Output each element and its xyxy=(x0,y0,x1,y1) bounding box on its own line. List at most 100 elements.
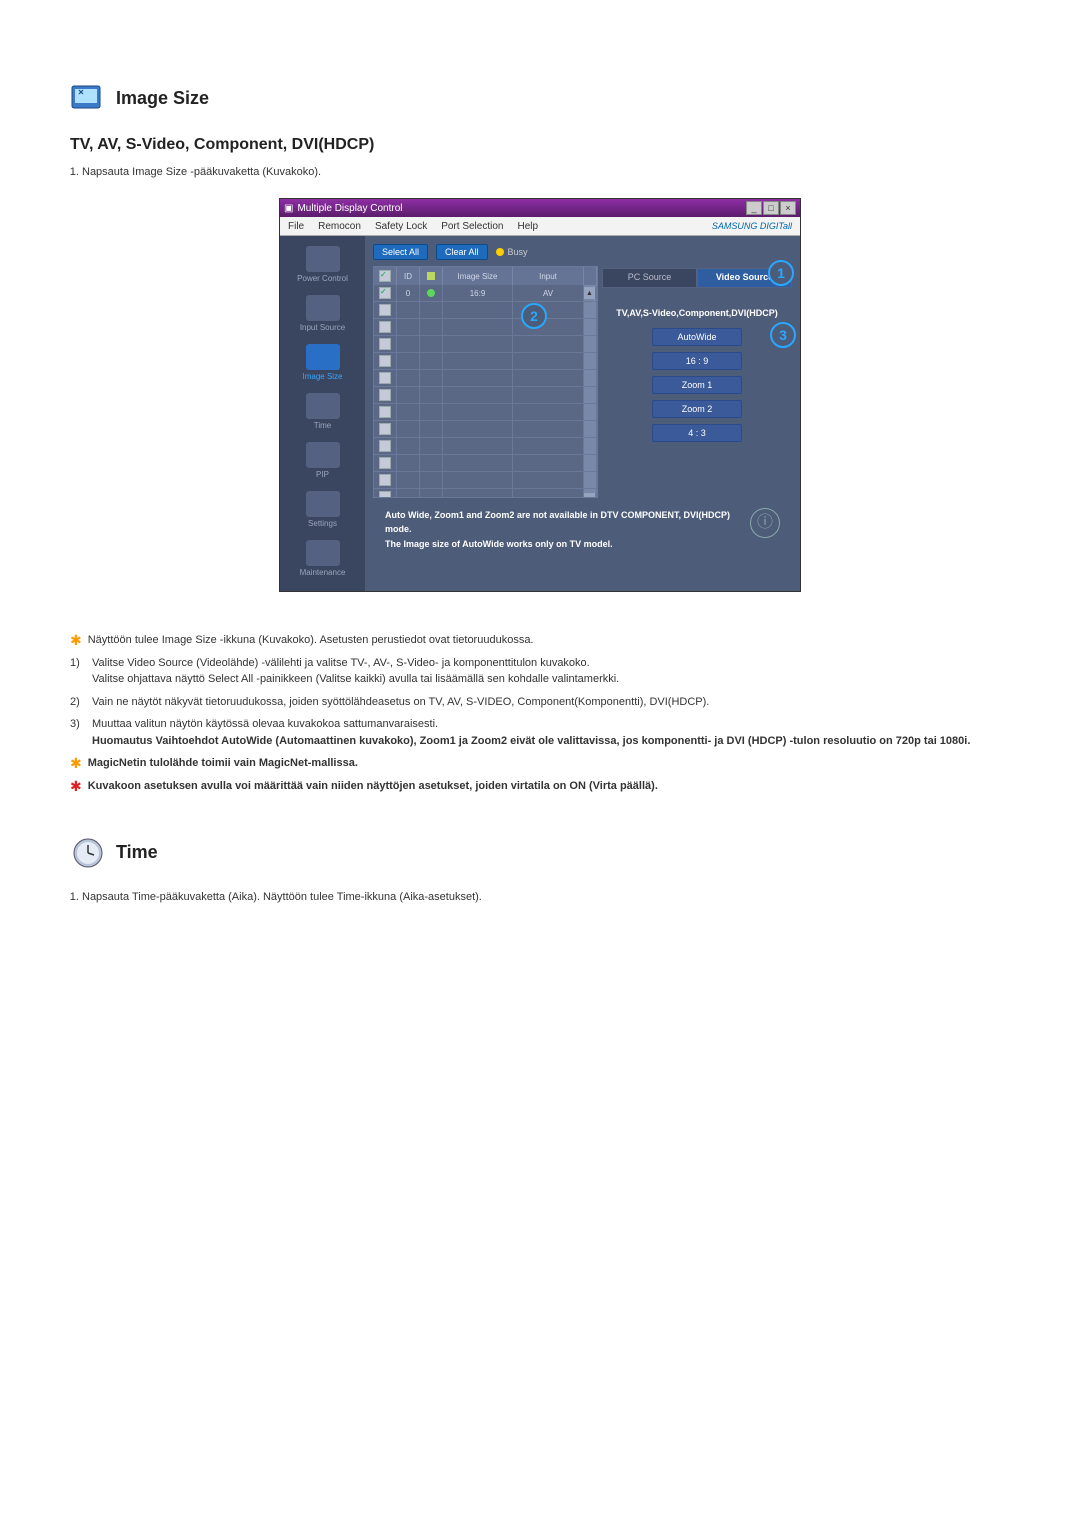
row-id: 0 xyxy=(397,285,420,301)
grid-row-empty xyxy=(374,353,597,370)
minimize-button[interactable]: _ xyxy=(746,201,762,215)
menu-help[interactable]: Help xyxy=(517,221,538,232)
steps-list-time: Napsauta Time-pääkuvaketta (Aika). Näytt… xyxy=(82,891,1010,903)
grid-header: ID Image Size Input xyxy=(374,267,597,285)
grid-row-empty xyxy=(374,438,597,455)
row-checkbox[interactable] xyxy=(379,474,391,486)
row-checkbox[interactable] xyxy=(379,440,391,452)
menu-remocon[interactable]: Remocon xyxy=(318,221,361,232)
window-buttons: _ □ × xyxy=(746,201,796,215)
option-16-9[interactable]: 16 : 9 xyxy=(652,352,742,370)
busy-label: Busy xyxy=(508,247,528,257)
window-titlebar: ▣ Multiple Display Control _ □ × xyxy=(280,199,800,217)
scroll-down[interactable]: ▼ xyxy=(584,489,597,498)
note-1a: Valitse Video Source (Videolähde) -välil… xyxy=(92,657,590,669)
option-zoom1[interactable]: Zoom 1 xyxy=(652,376,742,394)
col-scroll xyxy=(584,267,597,285)
sidebar-label-maint: Maintenance xyxy=(300,568,346,577)
row-checkbox[interactable] xyxy=(379,423,391,435)
menu-file[interactable]: File xyxy=(288,221,304,232)
status-header-icon xyxy=(427,272,435,280)
step-1: Napsauta Time-pääkuvaketta (Aika). Näytt… xyxy=(82,891,1010,903)
tab-pc-source[interactable]: PC Source xyxy=(602,268,697,288)
sidebar-item-image-size[interactable]: Image Size xyxy=(288,344,358,381)
option-4-3[interactable]: 4 : 3 xyxy=(652,424,742,442)
footer-line-2: The Image size of AutoWide works only on… xyxy=(385,537,742,551)
grid-row-empty xyxy=(374,336,597,353)
data-grid: ID Image Size Input 0 16:9 AV xyxy=(373,266,598,498)
grid-row-empty: ▼ xyxy=(374,489,597,498)
select-all-button[interactable]: Select All xyxy=(373,244,428,260)
step-1: Napsauta Image Size -pääkuvaketta (Kuvak… xyxy=(82,166,1010,178)
sidebar-label-pip: PIP xyxy=(316,470,329,479)
grid-row-empty xyxy=(374,404,597,421)
row-checkbox[interactable] xyxy=(379,321,391,333)
main-area: Select All Clear All Busy ID Ima xyxy=(365,236,800,591)
row-checkbox[interactable] xyxy=(379,304,391,316)
note-magicnet: ✱ MagicNetin tulolähde toimii vain Magic… xyxy=(70,755,1010,772)
grid-row-0[interactable]: 0 16:9 AV ▲ xyxy=(374,285,597,302)
row-image-size: 16:9 xyxy=(443,285,513,301)
sidebar-item-time[interactable]: Time xyxy=(288,393,358,430)
info-icon: ⓘ xyxy=(750,508,780,538)
menu-safety-lock[interactable]: Safety Lock xyxy=(375,221,427,232)
screenshot-container: ▣ Multiple Display Control _ □ × File Re… xyxy=(70,198,1010,592)
steps-list: Napsauta Image Size -pääkuvaketta (Kuvak… xyxy=(82,166,1010,178)
sidebar-item-power[interactable]: Power Control xyxy=(288,246,358,283)
row-status-dot xyxy=(427,289,435,297)
section-title: Time xyxy=(116,842,158,863)
sidebar-label-input: Input Source xyxy=(300,323,345,332)
grid-row-empty xyxy=(374,387,597,404)
note-text: Valitse Video Source (Videolähde) -välil… xyxy=(92,655,619,688)
col-id: ID xyxy=(397,267,420,285)
busy-dot-icon xyxy=(496,248,504,256)
note-3b: Huomautus Vaihtoehdot AutoWide (Automaat… xyxy=(92,735,970,747)
col-checkbox[interactable] xyxy=(374,267,397,285)
menu-port-selection[interactable]: Port Selection xyxy=(441,221,503,232)
option-zoom2[interactable]: Zoom 2 xyxy=(652,400,742,418)
row-checkbox[interactable] xyxy=(379,372,391,384)
sidebar-item-maintenance[interactable]: Maintenance xyxy=(288,540,358,577)
grid-row-empty xyxy=(374,302,597,319)
star-icon: ✱ xyxy=(70,755,82,772)
brand-label: SAMSUNG DIGITall xyxy=(712,221,792,231)
row-checkbox[interactable] xyxy=(379,355,391,367)
app-window: ▣ Multiple Display Control _ □ × File Re… xyxy=(279,198,801,592)
image-size-icon xyxy=(70,80,106,116)
maximize-button[interactable]: □ xyxy=(763,201,779,215)
scroll-up[interactable]: ▲ xyxy=(584,285,597,301)
note-number: 3) xyxy=(70,716,86,733)
col-image-size: Image Size xyxy=(443,267,513,285)
star-icon-red: ✱ xyxy=(70,778,82,795)
row-checkbox[interactable] xyxy=(379,389,391,401)
panel-body: TV,AV,S-Video,Component,DVI(HDCP) AutoWi… xyxy=(602,288,792,458)
option-autowide[interactable]: AutoWide xyxy=(652,328,742,346)
close-button[interactable]: × xyxy=(780,201,796,215)
row-checkbox[interactable] xyxy=(379,491,391,498)
sidebar-label-settings: Settings xyxy=(308,519,337,528)
note-text: Näyttöön tulee Image Size -ikkuna (Kuvak… xyxy=(88,632,534,649)
row-checkbox[interactable] xyxy=(379,457,391,469)
note-3a: Muuttaa valitun näytön käytössä olevaa k… xyxy=(92,718,438,730)
app-body: Power Control Input Source Image Size Ti… xyxy=(280,236,800,591)
note-2: 2) Vain ne näytöt näkyvät tietoruudukoss… xyxy=(70,694,1010,711)
footer-line-1: Auto Wide, Zoom1 and Zoom2 are not avail… xyxy=(385,508,742,537)
note-number: 2) xyxy=(70,694,86,711)
clear-all-button[interactable]: Clear All xyxy=(436,244,488,260)
sidebar-item-pip[interactable]: PIP xyxy=(288,442,358,479)
header-checkbox[interactable] xyxy=(379,270,391,282)
callout-badge-2: 2 xyxy=(521,303,547,329)
note-intro: ✱ Näyttöön tulee Image Size -ikkuna (Kuv… xyxy=(70,632,1010,649)
row-checkbox[interactable] xyxy=(379,287,391,299)
settings-icon xyxy=(306,491,340,517)
pip-icon xyxy=(306,442,340,468)
sidebar-item-settings[interactable]: Settings xyxy=(288,491,358,528)
row-checkbox[interactable] xyxy=(379,406,391,418)
sidebar-item-input[interactable]: Input Source xyxy=(288,295,358,332)
row-checkbox[interactable] xyxy=(379,338,391,350)
col-status xyxy=(420,267,443,285)
maintenance-icon xyxy=(306,540,340,566)
content-split: ID Image Size Input 0 16:9 AV xyxy=(373,266,792,498)
note-text: Kuvakoon asetuksen avulla voi määrittää … xyxy=(88,778,658,795)
busy-indicator: Busy xyxy=(496,247,528,257)
